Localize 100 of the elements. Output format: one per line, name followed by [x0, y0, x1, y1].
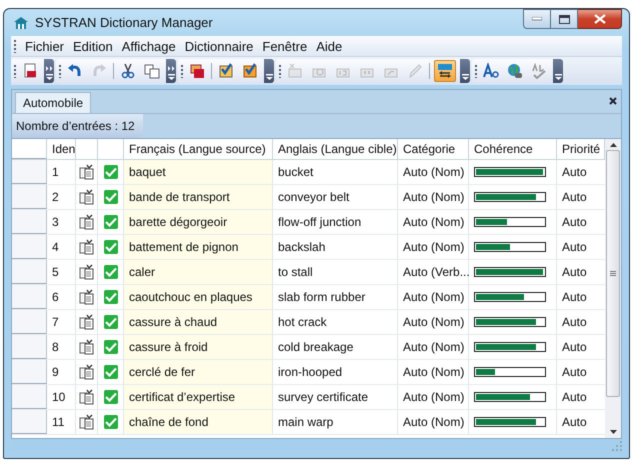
document-tab[interactable]: Automobile: [15, 92, 92, 113]
caret-icon[interactable]: [266, 74, 272, 80]
document-edit-icon[interactable]: [78, 164, 94, 180]
overflow-button[interactable]: [166, 59, 176, 83]
menu-item[interactable]: Edition: [73, 38, 113, 54]
table-cell-text: Auto: [561, 389, 588, 406]
table-cell: cassure à chaud: [124, 310, 273, 334]
caret-icon[interactable]: [554, 74, 562, 80]
menu-item[interactable]: Fichier: [25, 38, 64, 54]
table-cell: Auto (Nom): [398, 310, 469, 334]
scrollbar-thumb[interactable]: [606, 150, 620, 397]
table-cell: barette dégorgeoir: [124, 210, 273, 234]
table-cell-text: Auto: [561, 189, 588, 206]
table-cell: 9: [47, 360, 76, 384]
document-edit-icon[interactable]: [78, 264, 94, 280]
overflow-button[interactable]: [553, 59, 563, 83]
chevron-icon[interactable]: [168, 66, 174, 71]
table-cell-text: Auto: [561, 364, 588, 381]
grip-icon[interactable]: [610, 271, 616, 276]
table-cell: Auto (Verb...: [398, 260, 469, 284]
document-edit-icon[interactable]: [78, 339, 94, 355]
document-edit-icon[interactable]: [78, 389, 94, 405]
document-edit-icon[interactable]: [78, 239, 94, 255]
table-cell: Auto (Nom): [398, 235, 469, 259]
table-cell: Auto (Nom): [398, 335, 469, 359]
coherence-bar: [474, 242, 546, 252]
table-cell: bande de transport: [124, 185, 273, 209]
menu-item[interactable]: Dictionnaire: [184, 38, 254, 54]
table-cell: 2: [47, 185, 76, 209]
caret-icon[interactable]: [46, 74, 52, 80]
caret-icon[interactable]: [168, 74, 174, 80]
table-cell-text: Auto: [561, 289, 588, 306]
table-cell: Auto (Nom): [398, 285, 469, 309]
vertical-scrollbar[interactable]: [605, 139, 621, 438]
document-edit-icon[interactable]: [78, 364, 94, 380]
table-cell: Auto (Nom): [398, 360, 469, 384]
menu-item[interactable]: Aide: [316, 38, 342, 54]
checkbox[interactable]: [104, 190, 118, 204]
document-edit-icon[interactable]: [78, 189, 94, 205]
coherence-bar: [474, 317, 546, 327]
app-icon: [13, 14, 29, 30]
menu-item[interactable]: Fenêtre: [262, 38, 308, 54]
checkbox[interactable]: [104, 315, 118, 329]
close-button[interactable]: [578, 9, 622, 29]
document-edit-icon[interactable]: [78, 414, 94, 430]
checkbox[interactable]: [104, 240, 118, 254]
table-cell-text: Auto: [561, 214, 588, 231]
checkbox[interactable]: [104, 265, 118, 279]
scroll-down-icon[interactable]: [610, 430, 616, 434]
overflow-button[interactable]: [44, 59, 54, 83]
close-icon[interactable]: [609, 97, 617, 105]
checkbox[interactable]: [104, 340, 118, 354]
maximize-button[interactable]: [551, 9, 578, 29]
chevron-icon[interactable]: [46, 66, 52, 71]
coherence-bar: [474, 267, 546, 277]
checkbox[interactable]: [104, 165, 118, 179]
document-edit-icon[interactable]: [78, 314, 94, 330]
coherence-bar: [474, 167, 546, 177]
table-cell-text: Auto: [561, 339, 588, 356]
scroll-up-icon[interactable]: [610, 143, 616, 147]
table-cell: survey certificate: [273, 385, 398, 409]
table-cell: chaîne de fond: [124, 410, 273, 434]
minimize-icon[interactable]: [532, 17, 542, 21]
minimize-button[interactable]: [523, 9, 551, 29]
table-cell-text: Auto: [561, 414, 588, 431]
table-cell: main warp: [273, 410, 398, 434]
coherence-bar: [474, 367, 546, 377]
coherence-bar: [474, 292, 546, 302]
overflow-button[interactable]: [460, 59, 470, 83]
table-cell: 8: [47, 335, 76, 359]
table-cell: battement de pignon: [124, 235, 273, 259]
menu-item[interactable]: Affichage: [122, 38, 176, 54]
table-cell: to stall: [273, 260, 398, 284]
table-cell: flow-off junction: [273, 210, 398, 234]
table-cell: Auto (Nom): [398, 185, 469, 209]
table-cell: baquet: [124, 160, 273, 184]
document-edit-icon[interactable]: [78, 214, 94, 230]
table-cell: 11: [47, 410, 76, 434]
maximize-icon[interactable]: [558, 14, 570, 24]
table-cell: slab form rubber: [273, 285, 398, 309]
resize-grip-icon: [612, 441, 622, 451]
checkbox[interactable]: [104, 215, 118, 229]
checkbox[interactable]: [104, 365, 118, 379]
table-cell: 3: [47, 210, 76, 234]
document-edit-icon[interactable]: [78, 289, 94, 305]
table-cell: iron-hooped: [273, 360, 398, 384]
table-cell-text: Auto: [561, 164, 588, 181]
coherence-bar: [474, 192, 546, 202]
window-title: SYSTRAN Dictionary Manager: [35, 15, 214, 30]
checkbox[interactable]: [104, 390, 118, 404]
checkbox[interactable]: [104, 290, 118, 304]
table-cell-text: Auto: [561, 239, 588, 256]
checkbox[interactable]: [104, 415, 118, 429]
table-cell: certificat d’expertise: [124, 385, 273, 409]
caret-icon[interactable]: [462, 74, 468, 80]
overflow-button[interactable]: [264, 59, 274, 83]
table-cell: 6: [47, 285, 76, 309]
table-cell: 1: [47, 160, 76, 184]
entry-count-label: Nombre d’entrées : 12: [12, 114, 143, 138]
coherence-bar: [474, 342, 546, 352]
